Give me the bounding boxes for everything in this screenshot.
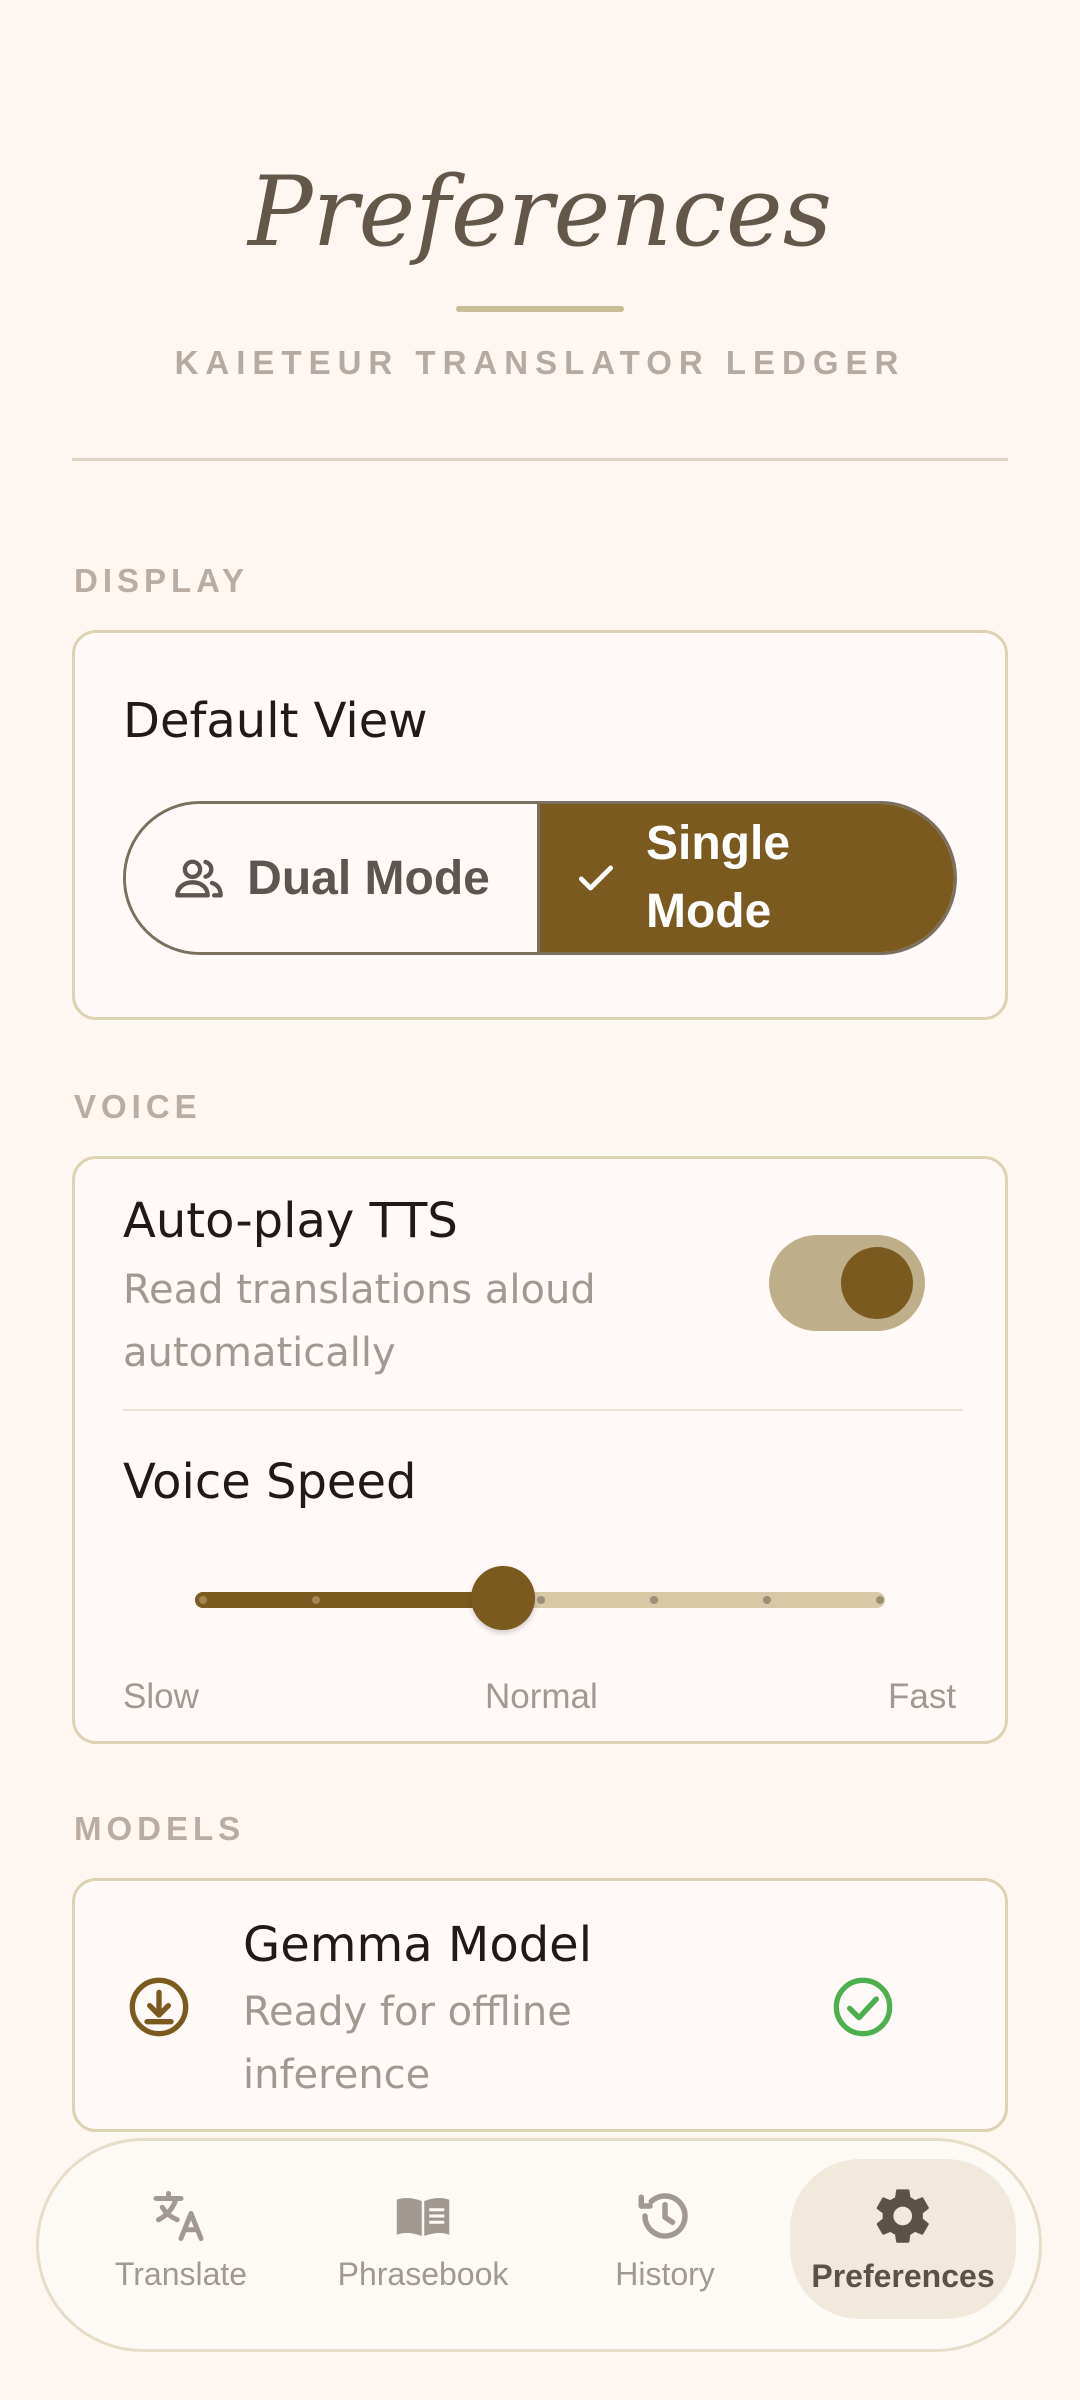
translate-icon [149, 2186, 213, 2246]
speed-label-normal: Normal [485, 1677, 598, 1716]
slider-tick [199, 1596, 207, 1604]
section-label-display: DISPLAY [74, 562, 249, 599]
default-view-title: Default View [123, 693, 428, 749]
dual-mode-label: Dual Mode [247, 851, 490, 905]
voice-inner-divider [123, 1409, 963, 1411]
page-subtitle: KAIETEUR TRANSLATOR LEDGER [174, 344, 906, 381]
dual-mode-option[interactable]: Dual Mode [126, 804, 540, 952]
nav-label-translate: Translate [114, 2255, 248, 2292]
gear-icon [871, 2184, 935, 2248]
voice-card: Auto-play TTS Read translations aloud au… [72, 1156, 1008, 1744]
check-circle-icon [831, 1975, 895, 2039]
history-icon [633, 2186, 697, 2246]
model-title: Gemma Model [243, 1917, 593, 1973]
default-view-segmented-control: Dual Mode Single Mode [123, 801, 957, 955]
check-icon [574, 856, 618, 900]
title-underline [456, 306, 624, 312]
autoplay-description-line1: Read translations aloud [123, 1267, 596, 1313]
bottom-navigation: Translate Phrasebook History Preferences [36, 2138, 1042, 2352]
autoplay-title: Auto-play TTS [123, 1193, 458, 1249]
header-divider [72, 458, 1008, 461]
model-card: Gemma Model Ready for offline inference [72, 1878, 1008, 2132]
toggle-knob [841, 1247, 913, 1319]
voice-speed-title: Voice Speed [123, 1454, 417, 1510]
display-card: Default View Dual Mode Single Mode [72, 630, 1008, 1020]
slider-tick [650, 1596, 658, 1604]
section-label-models: MODELS [74, 1810, 246, 1847]
model-status-line1: Ready for offline [243, 1989, 572, 2035]
nav-item-history[interactable]: History [552, 2159, 778, 2319]
page-title: Preferences [247, 156, 832, 268]
slider-tick [537, 1596, 545, 1604]
model-status-line2: inference [243, 2052, 431, 2098]
nav-item-translate[interactable]: Translate [68, 2159, 294, 2319]
nav-item-phrasebook[interactable]: Phrasebook [310, 2159, 536, 2319]
slider-tick [763, 1596, 771, 1604]
autoplay-description-line2: automatically [123, 1330, 396, 1376]
nav-label-history: History [615, 2255, 715, 2292]
section-label-voice: VOICE [74, 1088, 202, 1125]
speed-label-fast: Fast [888, 1677, 957, 1716]
slider-tick [312, 1596, 320, 1604]
slider-track-fill [195, 1592, 505, 1608]
people-icon [173, 852, 225, 904]
nav-item-preferences[interactable]: Preferences [790, 2159, 1016, 2319]
slider-thumb[interactable] [471, 1566, 535, 1630]
download-icon [127, 1975, 191, 2039]
nav-label-preferences: Preferences [811, 2257, 995, 2294]
single-mode-option[interactable]: Single Mode [540, 804, 954, 952]
single-mode-label: Single Mode [646, 817, 791, 938]
slider-tick [876, 1596, 884, 1604]
autoplay-toggle[interactable] [769, 1235, 925, 1331]
nav-label-phrasebook: Phrasebook [337, 2255, 509, 2292]
speed-label-slow: Slow [123, 1677, 199, 1716]
book-icon [391, 2186, 455, 2246]
